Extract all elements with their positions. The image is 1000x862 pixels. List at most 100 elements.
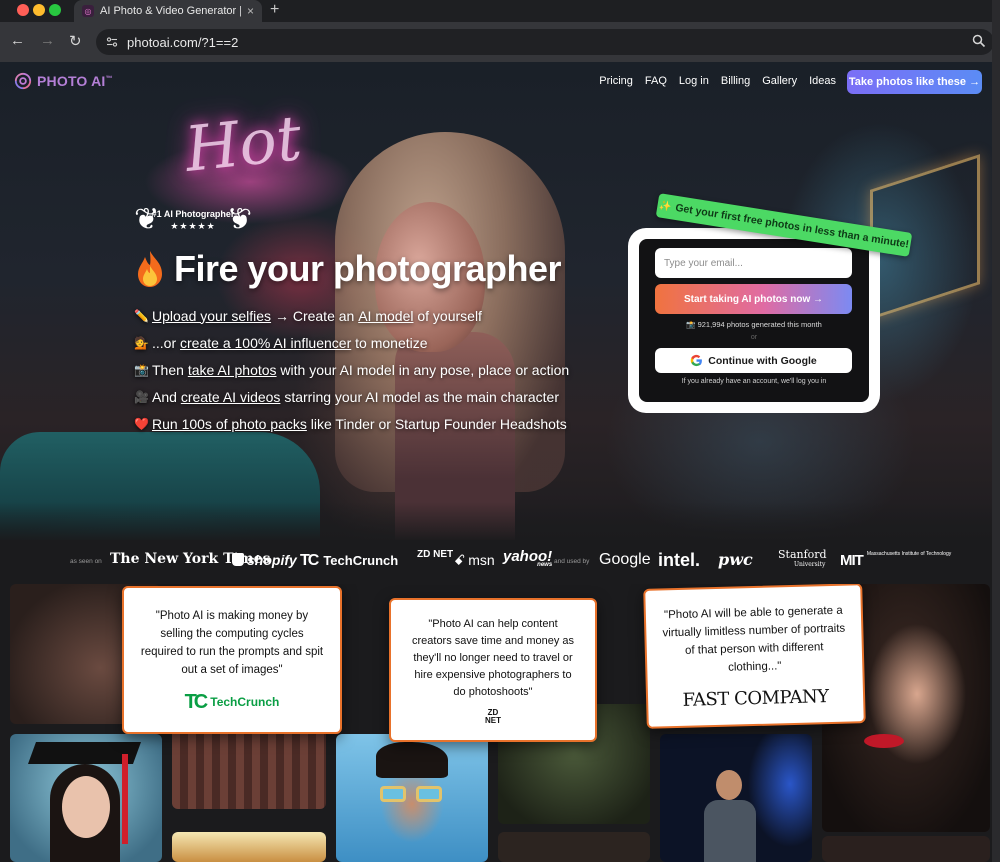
top-navigation: Pricing FAQ Log in Billing Gallery Ideas — [599, 75, 836, 87]
feature-ai-influencer: 💁 ...or create a 100% AI influencer to m… — [134, 329, 569, 356]
forward-arrow-icon[interactable]: → — [40, 32, 55, 49]
feature-text: with your AI model in any pose, place or… — [276, 361, 570, 378]
google-logo: Google — [599, 551, 651, 568]
ai-influencer-link[interactable]: create a 100% AI influencer — [180, 335, 351, 351]
feature-text: → Create an — [271, 307, 359, 324]
page-edge — [992, 0, 1000, 862]
mit-text: MIT — [840, 552, 864, 569]
photoai-logo[interactable]: PHOTO AI™ — [14, 72, 113, 90]
press-logos-bar: as seen on The New York Times shopify TC… — [0, 540, 1000, 584]
body-shape — [704, 800, 756, 862]
google-g-icon — [690, 354, 703, 367]
stanford-sub-text: University — [794, 561, 826, 568]
feature-list: ✏️ Upload your selfies → Create an AI mo… — [134, 302, 569, 437]
techcrunch-text: TechCrunch — [323, 553, 399, 568]
msn-butterfly-icon: ꗃ — [454, 552, 466, 568]
as-seen-on-label: as seen on — [70, 558, 102, 565]
quote-text: "Photo AI can help content creators save… — [411, 617, 575, 698]
shopify-logo: shopify — [232, 552, 297, 568]
back-arrow-icon[interactable]: ← — [10, 32, 25, 49]
browser-toolbar: ← → ↻ photoai.com/?1==2 — [0, 22, 1000, 62]
reload-icon[interactable]: ↻ — [69, 32, 82, 50]
nav-billing[interactable]: Billing — [721, 75, 750, 87]
maximize-window-button[interactable] — [49, 4, 61, 16]
stanford-logo: Stanford University — [778, 549, 827, 570]
start-taking-photos-button[interactable]: Start taking AI photos now → — [655, 284, 852, 314]
mit-logo: MIT Massachusetts Institute of Technology — [840, 551, 952, 570]
nav-faq[interactable]: FAQ — [645, 75, 667, 87]
email-input[interactable] — [655, 248, 852, 278]
close-window-button[interactable] — [17, 4, 29, 16]
gallery-photo[interactable] — [822, 836, 990, 862]
take-photos-button[interactable]: Take photos like these → — [847, 70, 982, 94]
take-ai-photos-link[interactable]: take AI photos — [188, 362, 277, 378]
techcrunch-quote-logo: TC TechCrunch — [185, 691, 280, 714]
techcrunch-tc-icon: TC — [300, 552, 319, 569]
hero-fade — [0, 502, 1000, 540]
ai-model-link[interactable]: AI model — [358, 308, 413, 324]
techcrunch-name: TechCrunch — [210, 695, 280, 709]
hero-headline: Fire your photographer — [134, 248, 562, 290]
feature-photo-packs: ❤️ Run 100s of photo packs like Tinder o… — [134, 410, 569, 437]
new-tab-button[interactable]: + — [270, 1, 279, 19]
quote-card-fastcompany: "Photo AI will be able to generate a vir… — [643, 584, 866, 729]
login-note: If you already have an account, we'll lo… — [681, 378, 827, 385]
nav-login[interactable]: Log in — [679, 75, 709, 87]
browser-tab-bar: ◎ AI Photo & Video Generator | × + — [0, 0, 1000, 22]
intel-logo: intel. — [658, 550, 701, 570]
photoai-logo-icon — [14, 72, 32, 90]
quote-card-zdnet: "Photo AI can help content creators save… — [389, 598, 597, 742]
feature-text: ...or — [152, 334, 181, 351]
site-info-icon[interactable] — [105, 35, 119, 49]
gallery-photo-speaker[interactable] — [660, 734, 812, 862]
upload-selfies-link[interactable]: Upload your selfies — [152, 308, 271, 324]
camera-icon: 📸 — [134, 362, 149, 377]
close-tab-icon[interactable]: × — [247, 4, 254, 18]
msn-text: msn — [468, 552, 495, 568]
gallery-photo[interactable] — [172, 832, 326, 862]
zdnet-logo: ZD NET — [417, 549, 454, 560]
quote-text: "Photo AI is making money by selling the… — [140, 609, 324, 676]
continue-with-google-button[interactable]: Continue with Google — [655, 348, 852, 373]
headline-text: Fire your photographer — [174, 248, 562, 289]
nav-ideas[interactable]: Ideas — [809, 75, 836, 87]
shopify-text: shopify — [247, 552, 297, 568]
browser-tab[interactable]: ◎ AI Photo & Video Generator | × — [74, 0, 262, 22]
minimize-window-button[interactable] — [33, 4, 45, 16]
neon-sign-text: Hot — [181, 101, 305, 186]
video-camera-icon: 🎥 — [134, 389, 149, 404]
rating-stars: ★★★★★ — [170, 221, 216, 231]
sunglasses-right — [416, 786, 442, 802]
techcrunch-tc-icon: TC — [184, 690, 209, 713]
feature-text: to monetize — [351, 334, 428, 351]
quote-card-techcrunch: "Photo AI is making money by selling the… — [122, 586, 342, 734]
or-divider: or — [750, 334, 758, 341]
person-icon: 💁 — [134, 335, 149, 350]
tab-title: AI Photo & Video Generator | — [100, 5, 241, 17]
nav-gallery[interactable]: Gallery — [762, 75, 797, 87]
search-zoom-icon[interactable] — [972, 34, 986, 53]
feature-text: Then — [152, 361, 188, 378]
gallery-photo-suit[interactable] — [172, 724, 326, 809]
hair-shape — [376, 742, 448, 778]
shopify-bag-icon — [232, 553, 244, 566]
address-bar[interactable]: photoai.com/?1==2 — [96, 29, 994, 55]
signup-card: Start taking AI photos now → 📸 921,994 p… — [628, 228, 880, 413]
feature-text: like Tinder or Startup Founder Headshots — [306, 415, 567, 432]
gallery-photo[interactable] — [498, 832, 650, 862]
feature-text: starring your AI model as the main chara… — [280, 388, 560, 405]
mit-sub-text: Massachusetts Institute of Technology — [866, 551, 952, 557]
nav-pricing[interactable]: Pricing — [599, 75, 633, 87]
logo-text: PHOTO AI™ — [37, 73, 113, 89]
feature-text: And — [152, 388, 181, 405]
create-ai-videos-link[interactable]: create AI videos — [181, 389, 281, 405]
gallery-photo-sunglasses[interactable] — [336, 734, 488, 862]
feature-text: of yourself — [413, 307, 482, 324]
tassel — [122, 754, 128, 844]
award-badge: ❦ ❦ #1 AI Photographer ★★★★★ — [134, 202, 252, 242]
photo-packs-link[interactable]: Run 100s of photo packs — [152, 416, 307, 432]
face-shape — [62, 776, 110, 838]
gallery-photo-graduate[interactable] — [10, 734, 162, 862]
feature-create-videos: 🎥 And create AI videos starring your AI … — [134, 383, 569, 410]
feature-take-photos: 📸 Then take AI photos with your AI model… — [134, 356, 569, 383]
